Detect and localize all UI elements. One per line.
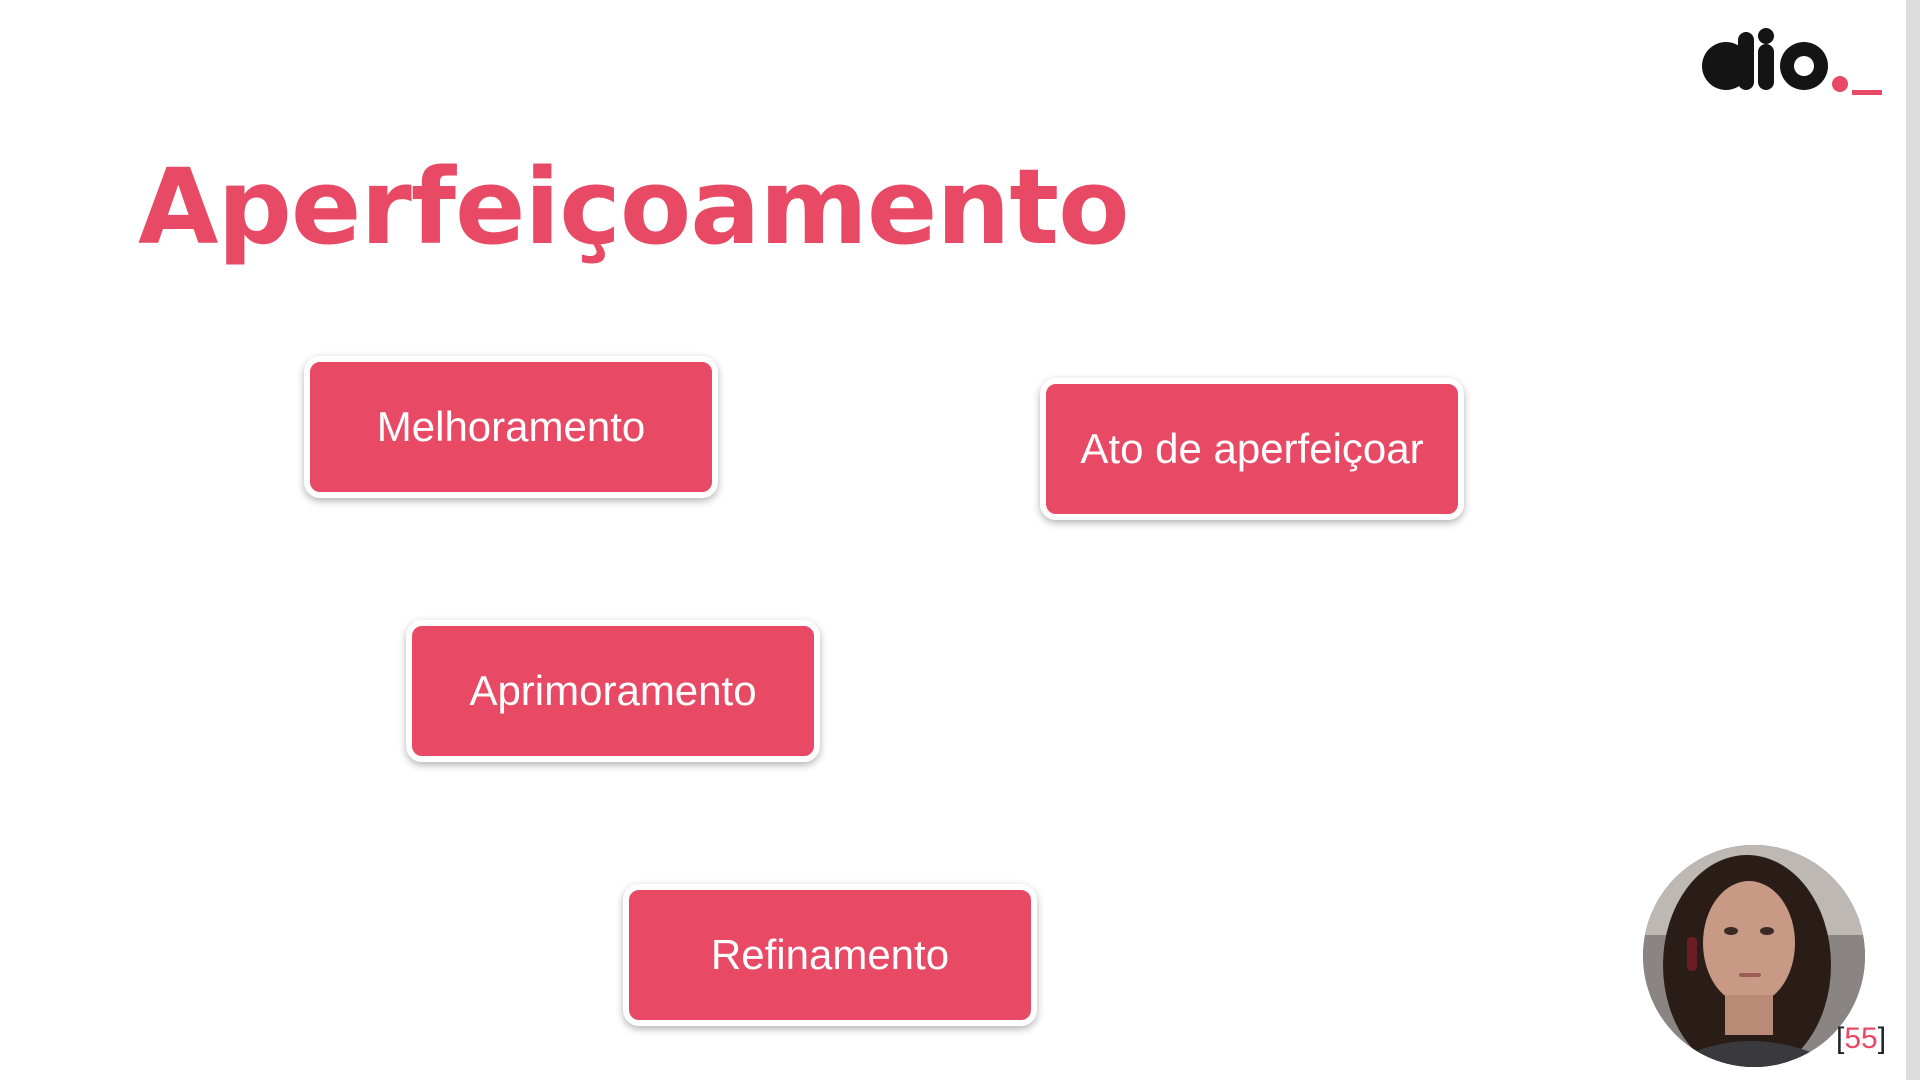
slide-title: Aperfeiçoamento [138, 146, 1130, 268]
slide-number-value: 55 [1844, 1022, 1878, 1055]
right-edge-strip [1906, 0, 1920, 1080]
card-label: Melhoramento [376, 403, 646, 450]
slide-number-close-bracket: ] [1877, 1022, 1887, 1055]
card-label: Ato de aperfeiçoar [1080, 425, 1424, 472]
card-refinamento: Refinamento [623, 884, 1037, 1026]
dio-logo-icon [1702, 28, 1882, 95]
card-aprimoramento: Aprimoramento [406, 620, 820, 762]
card-label: Refinamento [710, 931, 950, 978]
slide-number: [55] [1836, 1022, 1886, 1056]
presentation-slide: Aperfeiçoamento Melhoramento Ato de aper… [0, 0, 1920, 1080]
presenter-webcam [1643, 845, 1865, 1067]
card-label: Aprimoramento [469, 667, 757, 714]
presenter-webcam-icon [1643, 845, 1865, 1067]
card-ato-de-aperfeicoar: Ato de aperfeiçoar [1040, 378, 1464, 520]
card-melhoramento: Melhoramento [304, 356, 718, 498]
